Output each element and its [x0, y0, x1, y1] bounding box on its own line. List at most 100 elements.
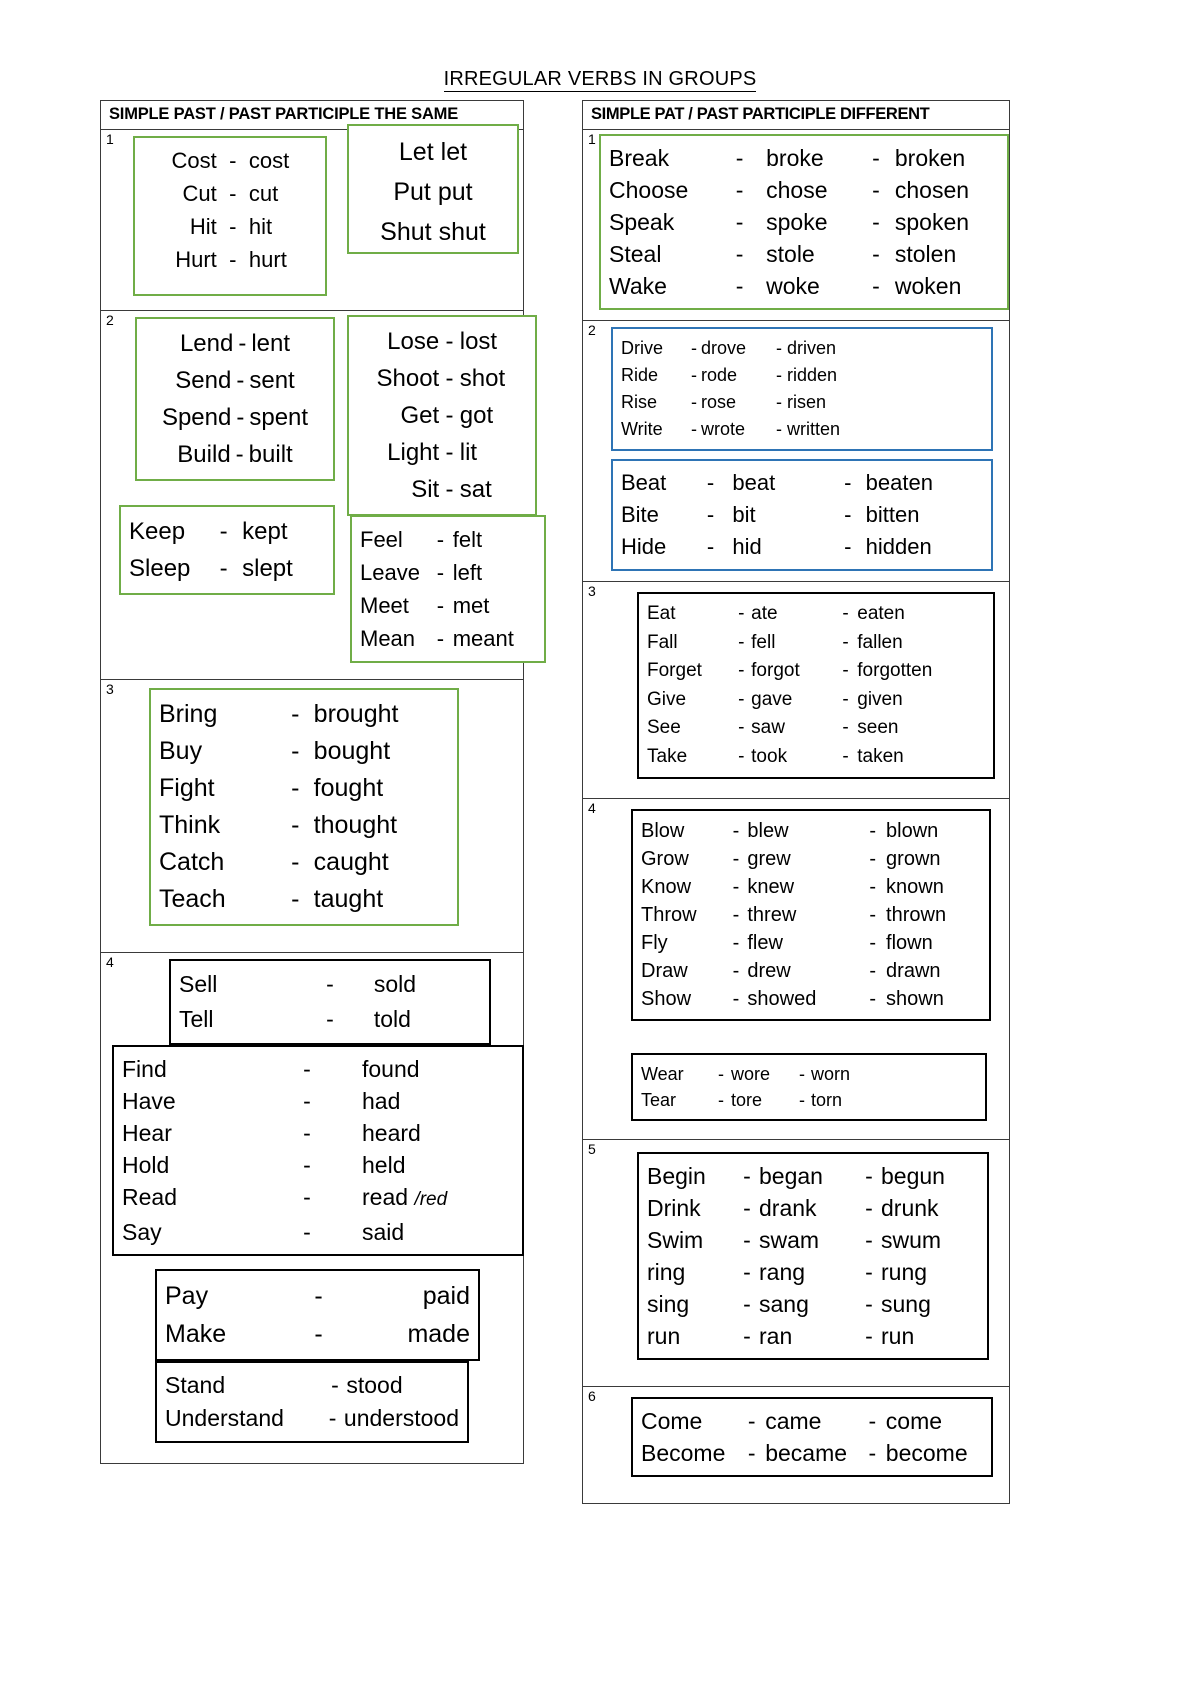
verb-dash: -	[732, 932, 740, 954]
verb-past: cost	[248, 148, 290, 173]
verb-participle: shown	[886, 988, 944, 1010]
verb-row: Shoot - shot	[357, 360, 527, 397]
verb-base: Get	[400, 402, 440, 429]
verb-dash: -	[445, 365, 454, 392]
verb-row: Light - lit	[357, 434, 527, 471]
verb-dash: -	[869, 960, 877, 982]
right-group-3: 3 Eat - ate - eaten Fall - fell - fallen…	[583, 582, 1009, 799]
verb-dash: -	[229, 148, 237, 173]
verb-row: Bring - brought	[159, 696, 449, 733]
verb-dash: -	[799, 1064, 805, 1084]
verb-row: Shut shut	[357, 212, 509, 252]
verb-past: rose	[701, 392, 737, 412]
verb-dash: -	[691, 338, 697, 358]
verb-base: Stand	[165, 1372, 226, 1398]
verb-past: meant	[452, 626, 514, 651]
verb-base: Know	[641, 876, 692, 898]
verb-row: Stand - stood	[165, 1369, 459, 1402]
verb-base: Spend	[161, 404, 232, 431]
verb-row: Know - knew - known	[641, 873, 981, 901]
verb-past: broke	[766, 145, 824, 171]
verb-past: tore	[731, 1090, 763, 1110]
verb-past: rode	[701, 365, 738, 385]
verb-row: Build - built	[145, 436, 325, 473]
verb-dash: -	[314, 1282, 323, 1310]
verb-dash: -	[842, 631, 849, 653]
verb-box: Lend - lent Send - sent Spend - spent Bu…	[135, 317, 335, 481]
verb-box: Lose - lost Shoot - shot Get - got Light…	[347, 315, 537, 516]
verb-past: began	[759, 1163, 823, 1189]
verb-row: ring - rang - rung	[647, 1256, 979, 1288]
verb-base: Steal	[609, 241, 662, 267]
verb-row: Become - became - become	[641, 1437, 983, 1469]
verb-box: Break - broke - broken Choose - chose - …	[599, 134, 1009, 310]
verb-base: Throw	[641, 904, 697, 926]
verb-row: Rise - rose - risen	[621, 389, 983, 416]
verb-row: Feel - felt	[360, 523, 536, 556]
verb-base: Sleep	[129, 555, 191, 582]
verb-base: Tear	[641, 1090, 677, 1110]
verb-dash: -	[445, 328, 454, 355]
verb-dash: -	[303, 1088, 311, 1114]
verb-base: Draw	[641, 960, 688, 982]
verb-dash: -	[738, 631, 745, 653]
verb-base: Make	[165, 1320, 227, 1348]
left-group-1: 1 Cost - cost Cut - cut Hit - hit Hurt -…	[101, 124, 523, 311]
verb-past: lost	[459, 328, 498, 355]
right-group-4: 4 Blow - blew - blown Grow - grew - grow…	[583, 799, 1009, 1140]
verb-base: Wear	[641, 1064, 684, 1084]
verb-participle: torn	[811, 1090, 843, 1110]
verb-base: Read	[122, 1184, 177, 1210]
verb-row: Lose - lost	[357, 323, 527, 360]
verb-base: Teach	[159, 885, 226, 913]
verb-box: Keep - kept Sleep - slept	[119, 505, 335, 595]
verb-dash: -	[844, 502, 852, 527]
verb-box: Feel - felt Leave - left Meet - met Mean…	[350, 515, 546, 663]
verb-base: Build	[177, 441, 231, 468]
verb-past: drank	[759, 1195, 817, 1221]
verb-dash: -	[799, 1090, 805, 1110]
verb-base: Leave	[360, 560, 420, 585]
verb-participle: grown	[886, 848, 941, 870]
verb-participle: beaten	[865, 470, 933, 495]
verb-dash: -	[706, 470, 715, 495]
verb-dash: -	[445, 439, 454, 466]
verb-dash: -	[865, 1227, 873, 1253]
verb-past: fought	[313, 774, 384, 802]
verb-dash: -	[776, 392, 782, 412]
verb-dash: -	[445, 402, 454, 429]
verb-dash: -	[326, 1006, 334, 1032]
verb-participle: drunk	[881, 1195, 939, 1221]
verb-base: Buy	[159, 737, 203, 765]
verb-base: Write	[621, 419, 663, 439]
verb-box: Bring - brought Buy - bought Fight - fou…	[149, 688, 459, 926]
verb-dash: -	[872, 241, 880, 267]
verb-row: Show - showed - shown	[641, 985, 981, 1013]
verb-dash: -	[291, 885, 300, 913]
verb-dash: -	[691, 365, 697, 385]
verb-dash: -	[436, 560, 445, 585]
verb-box: Eat - ate - eaten Fall - fell - fallen F…	[637, 592, 995, 779]
verb-past: thought	[313, 811, 398, 839]
verb-past: ran	[759, 1323, 793, 1349]
verb-dash: -	[718, 1064, 724, 1084]
verb-base: Eat	[647, 603, 676, 624]
verb-past: stood	[346, 1372, 403, 1398]
verb-dash: -	[865, 1291, 873, 1317]
verb-participle: stolen	[894, 241, 957, 267]
verb-dash: -	[869, 876, 877, 898]
verb-past: taught	[313, 885, 384, 913]
verb-past: flew	[747, 932, 783, 954]
verb-dash: -	[743, 1227, 751, 1253]
verb-past: shot	[459, 365, 506, 392]
verb-base: Sell	[179, 971, 218, 997]
verb-row: Forget - forgot - forgotten	[647, 657, 985, 686]
verb-past: threw	[747, 904, 797, 926]
verb-base: Bring	[159, 700, 218, 728]
verb-past: slept	[242, 555, 293, 582]
verb-box: Drive - drove - driven Ride - rode - rid…	[611, 327, 993, 451]
verb-dash: -	[326, 971, 334, 997]
verb-dash: -	[865, 1323, 873, 1349]
verb-base: Cut	[182, 181, 217, 206]
verb-base: Show	[641, 988, 692, 1010]
